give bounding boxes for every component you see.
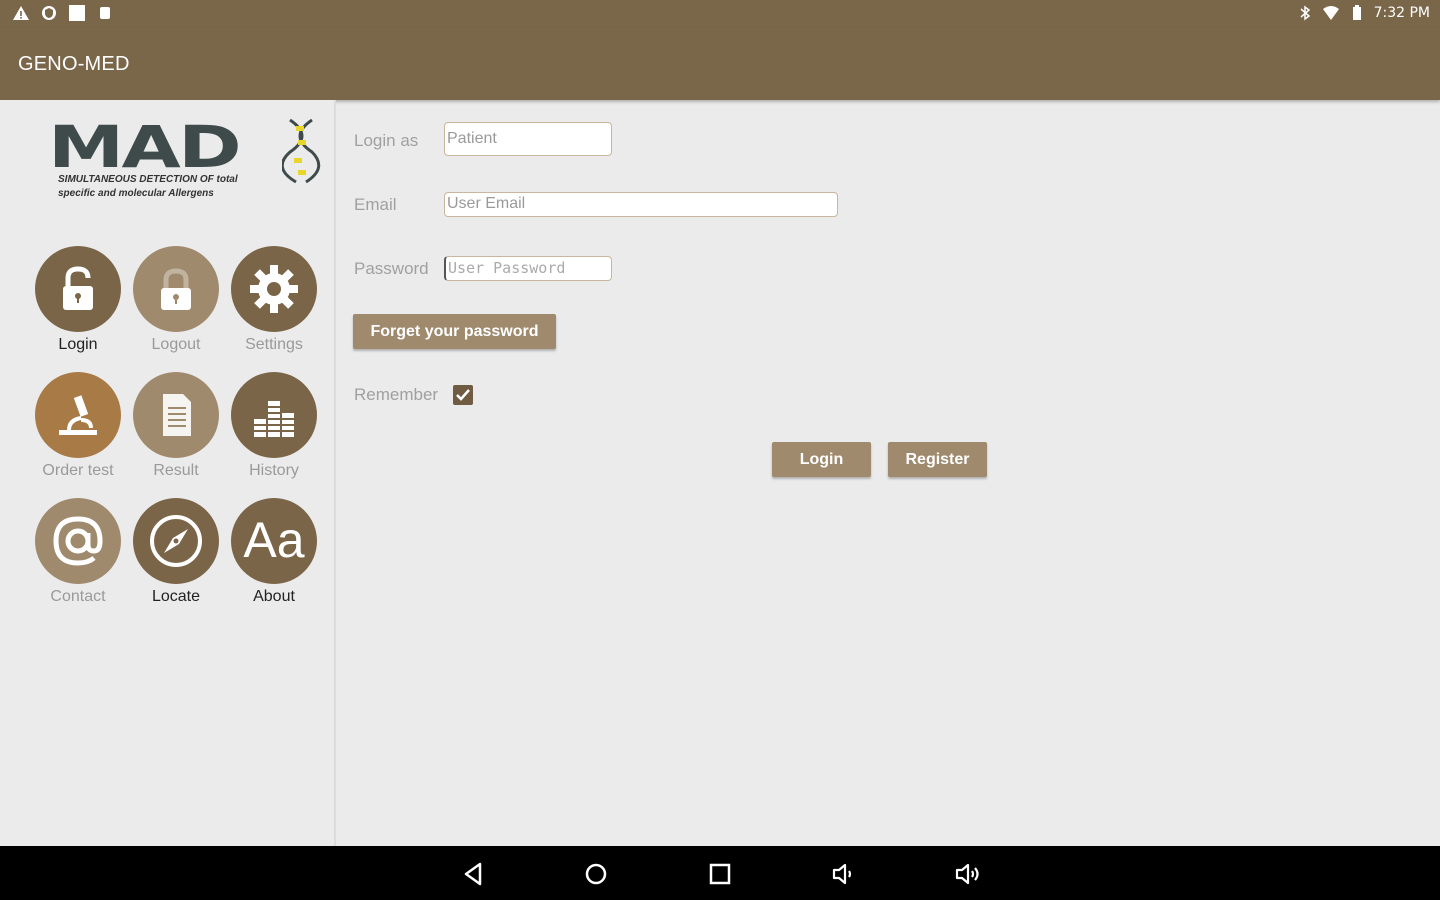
recents-icon[interactable] (706, 860, 734, 888)
compass-icon (133, 498, 219, 584)
status-bar: 7:32 PM (0, 0, 1440, 27)
home-icon[interactable] (582, 860, 610, 888)
svg-text:Aa: Aa (243, 512, 304, 568)
dna-helix-icon (282, 118, 321, 184)
microscope-icon (35, 372, 121, 458)
menu-item-order-test[interactable]: Order test (30, 372, 126, 480)
image-icon (69, 5, 85, 21)
menu-item-login[interactable]: Login (30, 246, 126, 354)
status-time: 7:32 PM (1373, 5, 1430, 21)
remember-checkbox[interactable] (453, 385, 473, 405)
volume-down-icon[interactable] (830, 860, 858, 888)
logo-tagline-2: specific and molecular Allergens (58, 188, 214, 199)
document-icon (133, 372, 219, 458)
font-icon: Aa (231, 498, 317, 584)
email-field[interactable]: User Email (444, 192, 838, 217)
warning-icon (13, 6, 29, 20)
bar-chart-icon (231, 372, 317, 458)
menu-item-logout[interactable]: Logout (128, 246, 224, 354)
at-icon (35, 498, 121, 584)
gear-icon (231, 246, 317, 332)
menu-item-settings[interactable]: Settings (226, 246, 322, 354)
notification-icon (100, 7, 110, 19)
menu-item-label: Settings (245, 336, 303, 353)
menu-item-label: Result (153, 462, 199, 479)
menu-item-locate[interactable]: Locate (128, 498, 224, 606)
menu-item-label: About (253, 588, 295, 605)
back-icon[interactable] (460, 860, 488, 888)
logo-wordmark: MAD (48, 113, 242, 181)
menu-item-label: History (249, 462, 299, 479)
menu-item-contact[interactable]: Contact (30, 498, 126, 606)
login-button[interactable]: Login (772, 442, 871, 477)
app-title: GENO-MED (18, 53, 130, 75)
bluetooth-icon (1300, 5, 1310, 21)
login-as-label: Login as (354, 131, 419, 150)
email-label: Email (354, 195, 397, 214)
unlock-icon (35, 246, 121, 332)
menu-item-result[interactable]: Result (128, 372, 224, 480)
remember-label: Remember (354, 385, 439, 404)
register-button[interactable]: Register (888, 442, 987, 477)
password-field[interactable]: User Password (444, 256, 612, 281)
battery-icon (1352, 5, 1361, 20)
check-icon (456, 389, 470, 401)
menu-item-label: Login (58, 336, 98, 353)
password-label: Password (354, 259, 429, 278)
lock-icon (133, 246, 219, 332)
menu-item-label: Logout (151, 336, 201, 353)
logo-tagline-1: SIMULTANEOUS DETECTION OF total (58, 174, 238, 185)
wifi-icon (1322, 6, 1339, 20)
volume-up-icon[interactable] (954, 860, 982, 888)
menu-item-about[interactable]: Aa About (226, 498, 322, 606)
shield-icon (42, 6, 56, 20)
menu-item-label: Locate (151, 588, 201, 605)
login-form: Login as Patient Email User Email Passwo… (338, 100, 1440, 846)
forgot-password-button[interactable]: Forget your password (353, 314, 556, 349)
menu-item-history[interactable]: History (226, 372, 322, 480)
app-toolbar: GENO-MED (0, 27, 1440, 100)
login-as-select[interactable]: Patient (444, 122, 612, 156)
mad-logo: MAD SIMULTANEOUS DETECTION OF total spec… (48, 118, 328, 208)
menu-item-label: Contact (50, 588, 106, 605)
system-nav-bar (0, 846, 1440, 900)
side-menu-panel: MAD SIMULTANEOUS DETECTION OF total spec… (0, 100, 336, 846)
menu-item-label: Order test (42, 462, 114, 479)
